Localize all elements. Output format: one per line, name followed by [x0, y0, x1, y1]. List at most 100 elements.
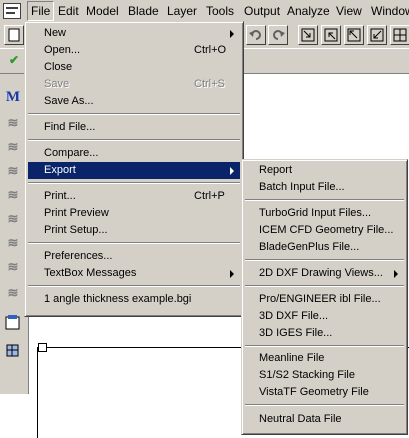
menu-item-label: Meanline File	[259, 352, 325, 364]
menu-item-label: Export	[44, 164, 76, 176]
menu-bar: File Edit Model Blade Layer Tools Output…	[0, 0, 409, 23]
menu-item-3d-dxf-file[interactable]: 3D DXF File...	[245, 308, 404, 325]
menu-item-label: Compare...	[44, 147, 99, 159]
view-zoom-icon[interactable]	[321, 25, 341, 45]
menu-item-print-setup[interactable]: Print Setup...	[28, 222, 240, 239]
layer-icon[interactable]: ≋	[4, 114, 22, 132]
menu-item-label: New	[44, 27, 67, 39]
menu-item-label: Preferences...	[44, 250, 113, 262]
menu-item-shortcut: Ctrl+P	[194, 190, 225, 202]
menu-analyze[interactable]: Analyze	[284, 2, 333, 20]
menu-item-label: 2D DXF Drawing Views...	[259, 267, 383, 279]
menu-item-textbox-messages[interactable]: TextBox Messages	[28, 265, 240, 282]
menu-item-label: Print Setup...	[44, 224, 108, 236]
menu-item-batch-input-file[interactable]: Batch Input File...	[245, 179, 404, 196]
menu-separator	[245, 404, 404, 406]
menu-item-close[interactable]: Close	[28, 59, 240, 76]
grid-3d-icon[interactable]	[4, 342, 22, 360]
menu-blade[interactable]: Blade	[125, 2, 162, 20]
mesh-icon[interactable]: ≋	[4, 284, 22, 302]
menu-tools[interactable]: Tools	[203, 2, 237, 20]
menu-item-report[interactable]: Report	[245, 162, 404, 179]
menu-item-print-preview[interactable]: Print Preview	[28, 205, 240, 222]
menu-item-vistatf-geometry-file[interactable]: VistaTF Geometry File	[245, 384, 404, 401]
submenu-arrow-icon	[230, 167, 234, 175]
menu-item-label: Save	[44, 78, 70, 90]
menu-item-shortcut: Ctrl+O	[194, 44, 227, 56]
menu-item-icem-cfd-geometry-file[interactable]: ICEM CFD Geometry File...	[245, 222, 404, 239]
menu-item-preferences[interactable]: Preferences...	[28, 248, 240, 265]
menu-item-export[interactable]: Export	[28, 162, 240, 179]
menu-item-pro-engineer-ibl-file[interactable]: Pro/ENGINEER ibl File...	[245, 291, 404, 308]
menu-separator	[28, 242, 240, 244]
menu-item-label: Save As...	[44, 95, 94, 107]
undo-icon[interactable]	[246, 25, 266, 45]
menu-item-recent-file[interactable]: 1 angle thickness example.bgi	[28, 291, 240, 308]
menu-separator	[245, 199, 404, 201]
menu-item-label: TextBox Messages	[44, 267, 137, 279]
menu-item-open[interactable]: Open... Ctrl+O	[28, 42, 240, 59]
menu-separator	[28, 182, 240, 184]
menu-output[interactable]: Output	[241, 2, 283, 20]
menu-separator	[28, 113, 240, 115]
menu-item-new[interactable]: New	[28, 25, 240, 42]
submenu-arrow-icon	[230, 30, 234, 38]
menu-item-label: S1/S2 Stacking File	[259, 369, 355, 381]
menu-item-turbogrid-input-files[interactable]: TurboGrid Input Files...	[245, 205, 404, 222]
menu-item-label: Close	[44, 61, 73, 73]
view-rotate-icon[interactable]	[367, 25, 387, 45]
angle-icon[interactable]: ≋	[4, 186, 22, 204]
new-file-icon[interactable]	[4, 25, 24, 45]
app-document-icon[interactable]	[3, 3, 21, 19]
view-pan-icon[interactable]	[344, 25, 364, 45]
submenu-arrow-icon	[394, 270, 398, 278]
menu-item-label: Report	[259, 164, 293, 176]
redo-icon[interactable]	[268, 25, 288, 45]
menu-view[interactable]: View	[333, 2, 365, 20]
view-grid-icon[interactable]	[390, 25, 409, 45]
menu-item-3d-iges-file[interactable]: 3D IGES File...	[245, 325, 404, 342]
menu-edit[interactable]: Edit	[55, 2, 82, 20]
menu-item-label: BladeGenPlus File...	[259, 241, 360, 253]
menu-item-label: Find File...	[44, 121, 96, 133]
menu-item-label: VistaTF Geometry File	[259, 386, 369, 398]
file-menu: New Open... Ctrl+O Close Save Ctrl+S Sav…	[24, 21, 244, 317]
menu-item-save-as[interactable]: Save As...	[28, 93, 240, 110]
menu-separator	[28, 139, 240, 141]
canvas-handle[interactable]	[38, 343, 47, 352]
menu-model[interactable]: Model	[83, 2, 122, 20]
menu-item-s1-s2-stacking-file[interactable]: S1/S2 Stacking File	[245, 367, 404, 384]
menu-item-print[interactable]: Print... Ctrl+P	[28, 188, 240, 205]
menu-item-label: 3D DXF File...	[259, 310, 329, 322]
crosshair-icon[interactable]	[4, 258, 22, 276]
menu-window[interactable]: Window	[368, 2, 409, 20]
thickness-icon[interactable]: ≋	[4, 210, 22, 228]
menu-item-label: 3D IGES File...	[259, 327, 333, 339]
menu-item-bladegenplus-file[interactable]: BladeGenPlus File...	[245, 239, 404, 256]
menu-separator	[245, 259, 404, 261]
export-submenu: Report Batch Input File... TurboGrid Inp…	[241, 159, 408, 435]
menu-item-2d-dxf-drawing-views[interactable]: 2D DXF Drawing Views...	[245, 265, 404, 282]
blade-icon[interactable]: ≋	[4, 138, 22, 156]
menu-separator	[28, 285, 240, 287]
view-fit-icon[interactable]	[298, 25, 318, 45]
menu-item-meanline-file[interactable]: Meanline File	[245, 350, 404, 367]
menu-layer[interactable]: Layer	[164, 2, 200, 20]
menu-item-label: Pro/ENGINEER ibl File...	[259, 293, 381, 305]
menu-item-compare[interactable]: Compare...	[28, 145, 240, 162]
menu-item-label: ICEM CFD Geometry File...	[259, 224, 394, 236]
menu-item-find-file[interactable]: Find File...	[28, 119, 240, 136]
menu-item-label: Batch Input File...	[259, 181, 345, 193]
menu-item-shortcut: Ctrl+S	[194, 78, 225, 90]
notes-icon[interactable]	[4, 314, 22, 332]
model-icon[interactable]: M	[4, 88, 22, 106]
menu-item-label: TurboGrid Input Files...	[259, 207, 372, 219]
stack-icon[interactable]: ≋	[4, 234, 22, 252]
menu-item-label: Print...	[44, 190, 76, 202]
checkmark-icon[interactable]: ✔	[4, 51, 24, 71]
menu-file[interactable]: File	[27, 1, 55, 21]
menu-item-label: Neutral Data File	[259, 413, 342, 425]
menu-item-save[interactable]: Save Ctrl+S	[28, 76, 240, 93]
menu-item-neutral-data-file[interactable]: Neutral Data File	[245, 411, 404, 428]
blade-view-icon[interactable]: ≋	[4, 162, 22, 180]
